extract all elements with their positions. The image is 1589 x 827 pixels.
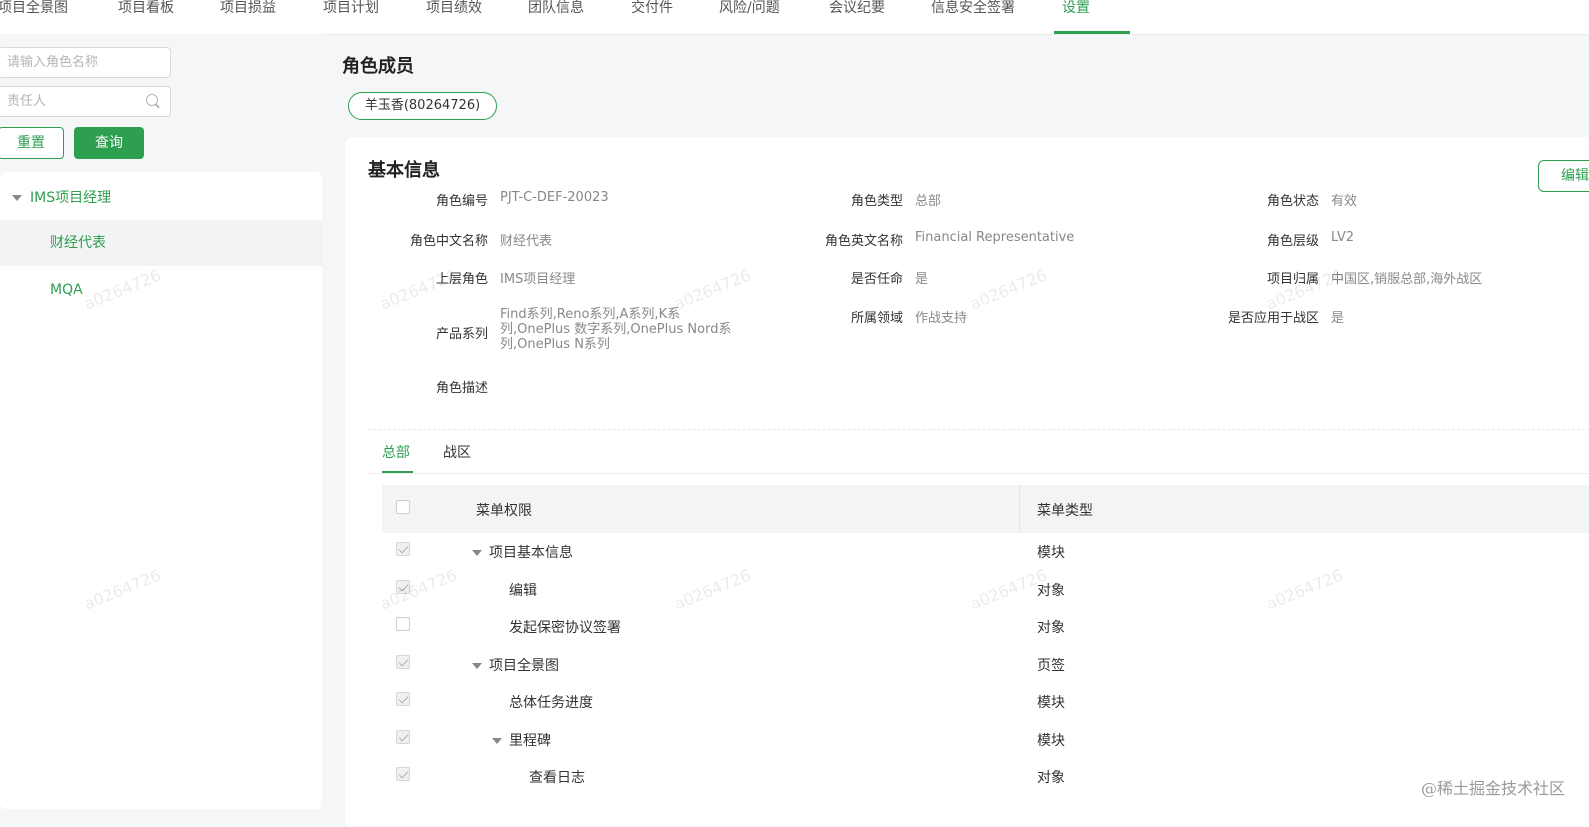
tree-node-label: 财经代表 — [50, 235, 106, 251]
tab-board[interactable]: 项目看板 — [118, 0, 174, 34]
menu-name: 项目基本信息 — [489, 545, 573, 561]
menu-type: 模块 — [1037, 733, 1065, 749]
domain-label: 所属领域 — [850, 311, 903, 326]
parent-role-label: 上层角色 — [435, 272, 488, 287]
product-series-value: Find系列,Reno系列,A系列,K系列,OnePlus 数字系列,OnePl… — [500, 307, 732, 352]
tab-deliverables[interactable]: 交付件 — [631, 0, 673, 34]
section-divider — [368, 429, 1589, 430]
row-checkbox[interactable] — [396, 655, 410, 669]
basic-info-title: 基本信息 — [368, 160, 440, 181]
role-type-value: 总部 — [915, 194, 942, 209]
role-code-value: PJT-C-DEF-20023 — [500, 190, 609, 205]
row-checkbox[interactable] — [396, 617, 410, 631]
menu-name: 编辑 — [509, 583, 537, 599]
role-tree: IMS项目经理 财经代表 MQA — [0, 172, 322, 809]
menu-name: 项目全景图 — [489, 658, 559, 674]
role-members-title: 角色成员 — [342, 56, 414, 77]
tree-node-mqa[interactable]: MQA — [0, 267, 322, 313]
chevron-down-icon[interactable] — [472, 663, 482, 669]
tab-security[interactable]: 信息安全签署 — [931, 0, 1015, 34]
subtab-baseline — [368, 473, 1589, 474]
reset-button[interactable]: 重置 — [0, 127, 64, 159]
tree-node-ims-pm[interactable]: IMS项目经理 — [0, 180, 322, 216]
domain-value: 作战支持 — [915, 311, 968, 326]
row-checkbox[interactable] — [396, 542, 410, 556]
chevron-down-icon[interactable] — [12, 195, 22, 201]
menu-name: 里程碑 — [509, 733, 551, 749]
row-checkbox[interactable] — [396, 580, 410, 594]
product-series-label: 产品系列 — [435, 327, 488, 342]
role-status-value: 有效 — [1331, 194, 1358, 209]
warzone-label: 是否应用于战区 — [1227, 311, 1319, 326]
tree-node-label: IMS项目经理 — [30, 190, 112, 206]
role-status-label: 角色状态 — [1266, 194, 1319, 209]
tab-risks[interactable]: 风险/问题 — [719, 0, 780, 34]
appointed-value: 是 — [915, 272, 929, 287]
subtab-hq[interactable]: 总部 — [382, 442, 410, 462]
warzone-value: 是 — [1331, 311, 1345, 326]
search-icon[interactable] — [146, 94, 158, 106]
member-chip[interactable]: 羊玉香(80264726) — [348, 92, 497, 120]
subtab-warzone[interactable]: 战区 — [443, 442, 471, 462]
tab-pnl[interactable]: 项目损益 — [220, 0, 276, 34]
menu-type: 对象 — [1037, 770, 1065, 786]
select-all-checkbox[interactable] — [396, 500, 410, 514]
row-checkbox[interactable] — [396, 767, 410, 781]
en-name-label: 角色英文名称 — [824, 234, 903, 249]
tab-performance[interactable]: 项目绩效 — [426, 0, 482, 34]
role-type-label: 角色类型 — [850, 194, 903, 209]
role-level-label: 角色层级 — [1266, 234, 1319, 249]
site-watermark: @稀土掘金技术社区 — [1420, 779, 1565, 798]
chevron-down-icon[interactable] — [492, 738, 502, 744]
tab-plan[interactable]: 项目计划 — [323, 0, 379, 34]
active-tab-indicator — [1054, 31, 1130, 34]
description-label: 角色描述 — [435, 381, 488, 396]
menu-name: 查看日志 — [529, 770, 585, 786]
menu-type: 模块 — [1037, 695, 1065, 711]
role-level-value: LV2 — [1331, 230, 1354, 245]
edit-button[interactable]: 编辑 — [1538, 160, 1589, 192]
cn-name-label: 角色中文名称 — [409, 234, 488, 249]
row-checkbox[interactable] — [396, 730, 410, 744]
tree-node-label: MQA — [50, 282, 83, 298]
en-name-value: Financial Representative — [915, 230, 1075, 245]
menu-name: 发起保密协议签署 — [509, 620, 621, 636]
col-header-menu: 菜单权限 — [476, 503, 532, 519]
parent-role-value: IMS项目经理 — [500, 272, 576, 287]
column-divider — [1019, 485, 1020, 533]
query-button[interactable]: 查询 — [74, 127, 144, 159]
tab-settings[interactable]: 设置 — [1062, 0, 1090, 34]
left-panel: 重置 查询 IMS项目经理 财经代表 MQA — [0, 34, 322, 809]
menu-type: 页签 — [1037, 658, 1065, 674]
role-code-label: 角色编号 — [435, 194, 488, 209]
menu-type: 对象 — [1037, 620, 1065, 636]
menu-name: 总体任务进度 — [509, 695, 593, 711]
tree-node-finance-rep[interactable]: 财经代表 — [0, 220, 322, 266]
tab-team[interactable]: 团队信息 — [528, 0, 584, 34]
tab-overview[interactable]: 项目全景图 — [0, 0, 68, 34]
appointed-label: 是否任命 — [850, 272, 903, 287]
project-owner-label: 项目归属 — [1266, 272, 1319, 287]
role-name-input[interactable] — [0, 47, 171, 78]
chevron-down-icon[interactable] — [472, 550, 482, 556]
top-nav: 项目全景图 项目看板 项目损益 项目计划 项目绩效 团队信息 交付件 风险/问题… — [0, 0, 1589, 35]
cn-name-value: 财经代表 — [500, 234, 553, 249]
menu-type: 对象 — [1037, 583, 1065, 599]
basic-info-card: 基本信息 编辑 角色编号 PJT-C-DEF-20023 角色类型 总部 角色状… — [345, 137, 1589, 827]
menu-type: 模块 — [1037, 545, 1065, 561]
table-header: 菜单权限 菜单类型 — [382, 485, 1589, 533]
project-owner-value: 中国区,销服总部,海外战区 — [1331, 272, 1483, 287]
col-header-type: 菜单类型 — [1037, 503, 1093, 519]
tab-meetings[interactable]: 会议纪要 — [829, 0, 885, 34]
row-checkbox[interactable] — [396, 692, 410, 706]
